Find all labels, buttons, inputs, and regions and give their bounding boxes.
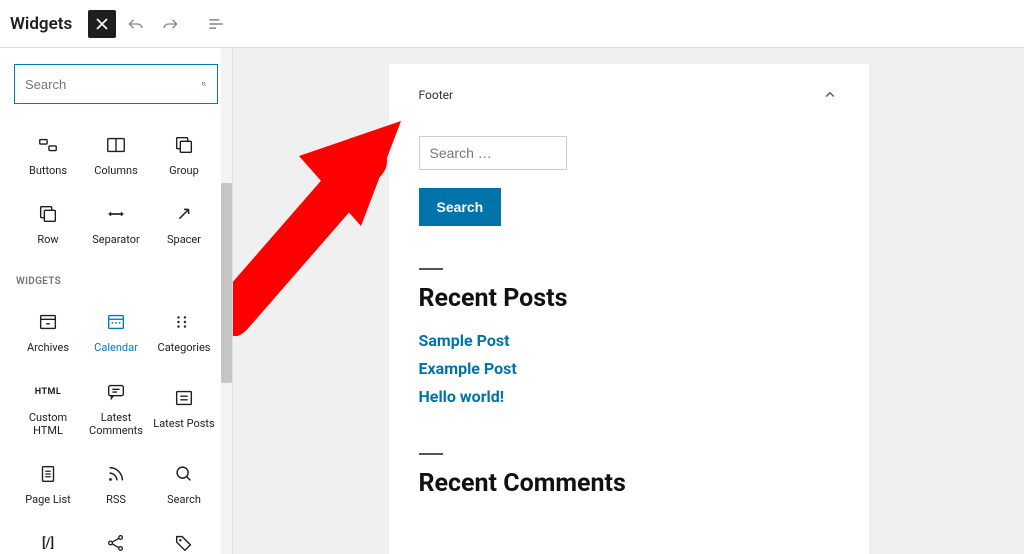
block-inserter-panel: Buttons Columns Group Row bbox=[0, 48, 233, 554]
widgets-canvas: Footer Search Recent Posts Sample Post E… bbox=[233, 48, 1024, 554]
block-search[interactable] bbox=[14, 64, 218, 104]
search-icon bbox=[201, 75, 207, 93]
tag-icon bbox=[173, 532, 195, 554]
block-label: Row bbox=[37, 233, 58, 246]
block-custom-html[interactable]: HTML Custom HTML bbox=[14, 371, 82, 449]
footer-title: Footer bbox=[419, 88, 454, 102]
post-link[interactable]: Hello world! bbox=[419, 387, 505, 406]
block-label: Calendar bbox=[94, 341, 138, 354]
block-search-input[interactable] bbox=[25, 77, 201, 92]
block-label: Spacer bbox=[167, 233, 201, 246]
design-block-grid: Buttons Columns Group Row bbox=[14, 124, 218, 258]
page-list-icon bbox=[37, 463, 59, 485]
list-item: Sample Post bbox=[419, 327, 839, 355]
row-icon bbox=[37, 203, 59, 225]
block-page-list[interactable]: Page List bbox=[14, 453, 82, 518]
block-label: Columns bbox=[94, 164, 138, 177]
close-icon bbox=[92, 14, 112, 34]
block-label: Latest Comments bbox=[84, 411, 148, 437]
block-label: Separator bbox=[92, 233, 140, 246]
block-label: Group bbox=[169, 164, 199, 177]
block-categories[interactable]: Categories bbox=[150, 301, 218, 366]
redo-icon bbox=[160, 14, 180, 34]
block-label: Page List bbox=[25, 493, 70, 506]
search-widget-button[interactable]: Search bbox=[419, 188, 502, 226]
block-label: Categories bbox=[158, 341, 211, 354]
block-label: RSS bbox=[106, 493, 126, 506]
outline-button[interactable] bbox=[202, 10, 230, 38]
columns-icon bbox=[105, 134, 127, 156]
search-block-icon bbox=[173, 463, 195, 485]
block-calendar[interactable]: Calendar bbox=[82, 301, 150, 366]
shortcode-icon: [/] bbox=[37, 532, 59, 554]
share-icon bbox=[105, 532, 127, 554]
block-row[interactable]: Row bbox=[14, 193, 82, 258]
close-button[interactable] bbox=[88, 10, 116, 38]
list-item: Hello world! bbox=[419, 383, 839, 411]
block-latest-comments[interactable]: Latest Comments bbox=[82, 371, 150, 449]
block-social-icons[interactable]: Social Icons bbox=[82, 522, 150, 554]
block-label: Latest Posts bbox=[153, 417, 214, 430]
separator-icon bbox=[105, 203, 127, 225]
recent-posts-heading: Recent Posts bbox=[419, 284, 839, 313]
page-title: Widgets bbox=[10, 14, 72, 34]
buttons-icon bbox=[37, 134, 59, 156]
block-archives[interactable]: Archives bbox=[14, 301, 82, 366]
scrollbar-thumb[interactable] bbox=[221, 183, 232, 383]
footer-panel-toggle[interactable]: Footer bbox=[419, 86, 839, 104]
block-label: Search bbox=[167, 493, 201, 506]
html-icon: HTML bbox=[37, 381, 59, 403]
latest-posts-icon bbox=[173, 387, 195, 409]
block-rss[interactable]: RSS bbox=[82, 453, 150, 518]
categories-icon bbox=[173, 311, 195, 333]
block-label: Custom HTML bbox=[16, 411, 80, 437]
list-icon bbox=[206, 14, 226, 34]
rss-icon bbox=[105, 463, 127, 485]
block-spacer[interactable]: Spacer bbox=[150, 193, 218, 258]
top-toolbar: Widgets bbox=[0, 0, 1024, 48]
block-columns[interactable]: Columns bbox=[82, 124, 150, 189]
search-widget: Search bbox=[419, 136, 839, 226]
divider bbox=[419, 268, 443, 270]
block-search[interactable]: Search bbox=[150, 453, 218, 518]
calendar-icon bbox=[105, 311, 127, 333]
divider bbox=[419, 453, 443, 455]
block-latest-posts[interactable]: Latest Posts bbox=[150, 371, 218, 449]
widgets-section-title: Widgets bbox=[16, 276, 218, 287]
group-icon bbox=[173, 134, 195, 156]
undo-button[interactable] bbox=[122, 10, 150, 38]
block-label: Archives bbox=[27, 341, 69, 354]
block-group[interactable]: Group bbox=[150, 124, 218, 189]
chevron-up-icon bbox=[821, 86, 839, 104]
latest-comments-icon bbox=[105, 381, 127, 403]
post-link[interactable]: Sample Post bbox=[419, 331, 510, 350]
widgets-block-grid: Archives Calendar Categories HTML Custom… bbox=[14, 301, 218, 554]
block-tag-cloud[interactable]: Tag Cloud bbox=[150, 522, 218, 554]
undo-icon bbox=[126, 14, 146, 34]
block-buttons[interactable]: Buttons bbox=[14, 124, 82, 189]
search-widget-input[interactable] bbox=[419, 136, 567, 170]
post-link[interactable]: Example Post bbox=[419, 359, 517, 378]
block-shortcode[interactable]: [/] Shortcode bbox=[14, 522, 82, 554]
spacer-icon bbox=[173, 203, 195, 225]
footer-widget-area: Footer Search Recent Posts Sample Post E… bbox=[389, 64, 869, 554]
archives-icon bbox=[37, 311, 59, 333]
recent-posts-list: Sample Post Example Post Hello world! bbox=[419, 327, 839, 411]
list-item: Example Post bbox=[419, 355, 839, 383]
block-separator[interactable]: Separator bbox=[82, 193, 150, 258]
block-label: Buttons bbox=[29, 164, 67, 177]
redo-button[interactable] bbox=[156, 10, 184, 38]
recent-comments-heading: Recent Comments bbox=[419, 469, 839, 498]
